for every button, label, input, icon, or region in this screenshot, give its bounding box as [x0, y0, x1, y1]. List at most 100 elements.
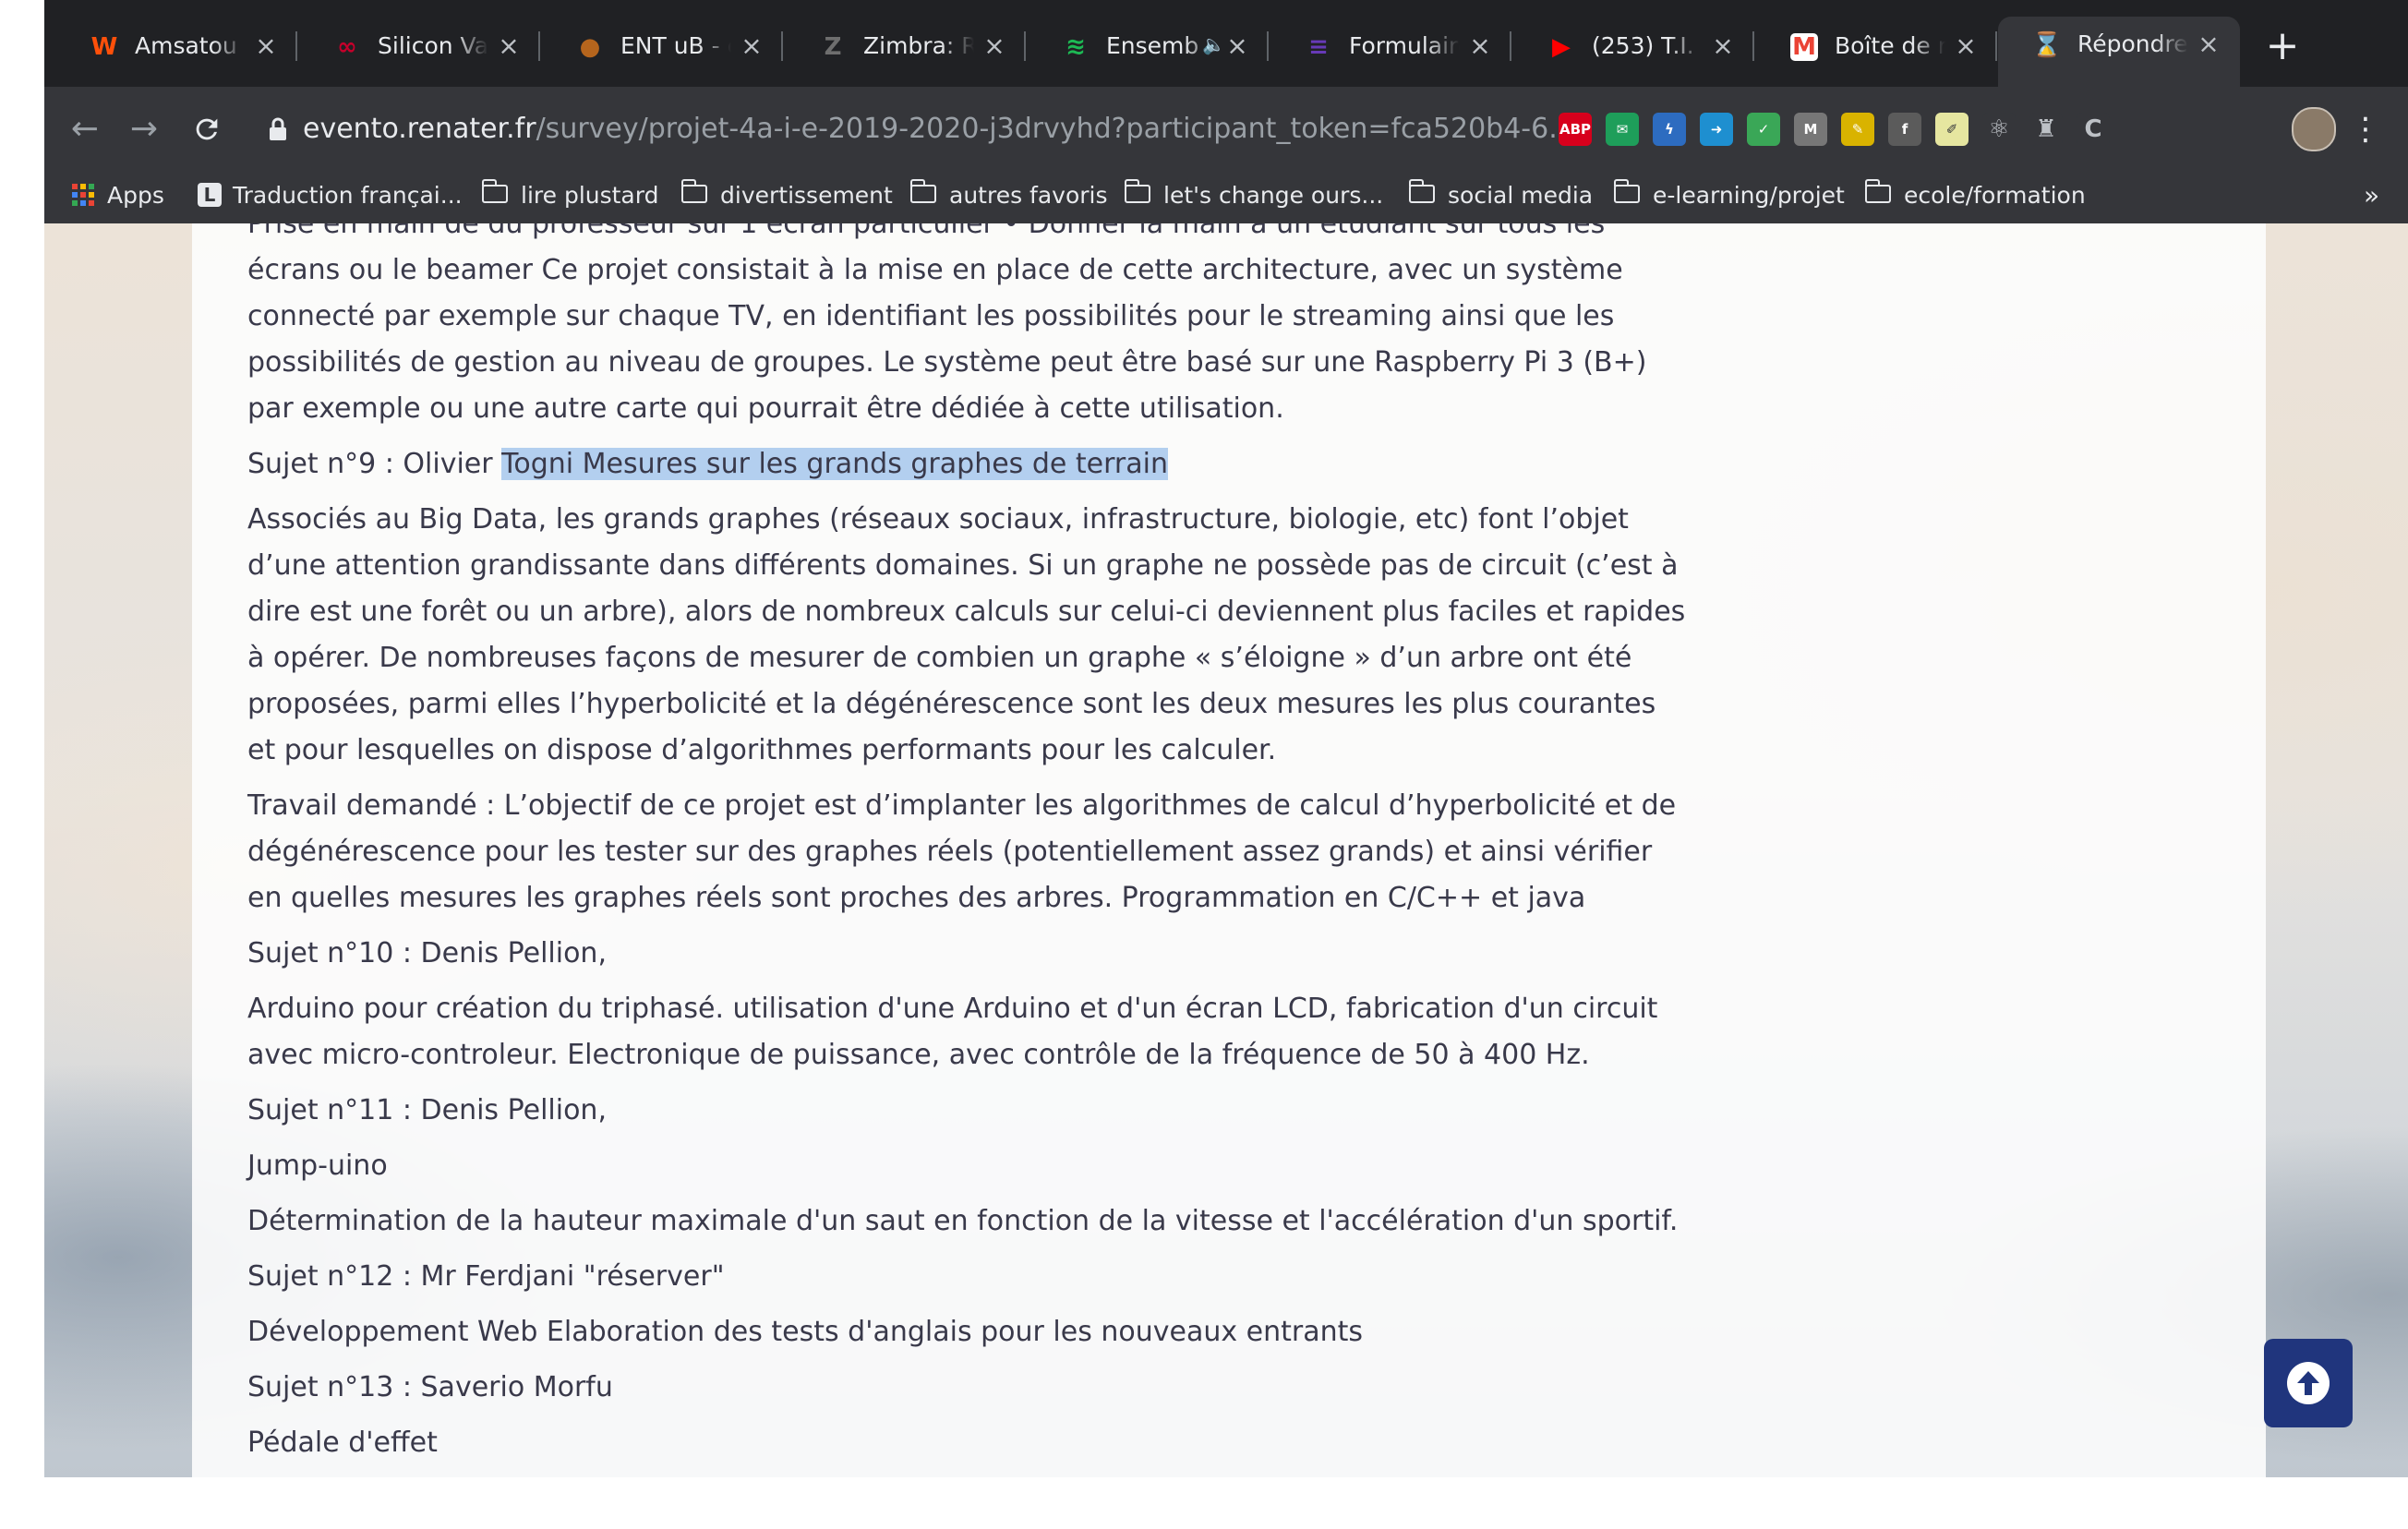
- close-tab-icon[interactable]: ×: [980, 31, 1009, 61]
- folder-icon: [1408, 179, 1435, 203]
- tab-4[interactable]: Z Zimbra: Réc×: [784, 18, 1026, 74]
- bookmark-folder-7[interactable]: ecole/formation: [1864, 172, 2086, 223]
- bookmark-folder-2[interactable]: divertissement: [680, 172, 893, 223]
- apps-grid-icon: [72, 184, 94, 206]
- subject-13-heading: Sujet n°13 : Saverio Morfu: [247, 1371, 613, 1403]
- zimbra-icon: Z: [824, 33, 842, 61]
- tab-title: Ensemb: [1106, 32, 1199, 59]
- project-11-description: Détermination de la hauteur maximale d'u…: [247, 1205, 1679, 1237]
- bookmark-folder-4[interactable]: let's change ours...: [1124, 172, 1384, 223]
- highlighter-extension-icon[interactable]: ✎: [1841, 113, 1874, 146]
- bookmark-folder-label: autres favoris: [949, 182, 1108, 209]
- close-tab-icon[interactable]: ×: [1951, 31, 1981, 61]
- folder-icon: [1613, 179, 1640, 203]
- bookmark-folder-label: e-learning/projet: [1653, 182, 1845, 209]
- silicon-valley-icon: ∞: [337, 33, 357, 61]
- google-forms-icon: ≡: [1308, 33, 1329, 61]
- tab-separator: [1024, 31, 1026, 61]
- close-tab-icon[interactable]: ×: [737, 31, 766, 61]
- note-extension-icon[interactable]: ✐: [1935, 113, 1969, 146]
- project-8-description: Prise en main de du professeur sur 1 écr…: [247, 223, 1647, 425]
- new-tab-button[interactable]: +: [2257, 20, 2308, 72]
- folder-icon: [1124, 179, 1150, 203]
- profile-avatar[interactable]: [2292, 107, 2336, 151]
- adblock-plus-icon[interactable]: ABP: [1559, 113, 1592, 146]
- menu-kebab-icon[interactable]: ⋮: [2343, 107, 2388, 151]
- arrow-up-circle-icon: [2287, 1362, 2330, 1404]
- tab-separator: [538, 31, 540, 61]
- tab-title: Formulaire s: [1349, 32, 1460, 59]
- selected-text: Togni Mesures sur les grands graphes de …: [501, 448, 1168, 480]
- subject-10-heading: Sujet n°10 : Denis Pellion,: [247, 937, 607, 969]
- tool-extension-icon[interactable]: ♜: [2029, 113, 2063, 146]
- close-tab-icon[interactable]: ×: [494, 31, 524, 61]
- tab-8[interactable]: M Boîte de réc×: [1755, 18, 1997, 74]
- tab-title: Répondre au: [2077, 30, 2188, 57]
- folder-icon: [1864, 179, 1891, 203]
- tab-1[interactable]: W Amsatou Gu×: [55, 18, 297, 74]
- close-tab-icon[interactable]: ×: [2194, 30, 2223, 59]
- gmail-icon: M: [1790, 33, 1818, 61]
- close-tab-icon[interactable]: ×: [1465, 31, 1495, 61]
- reload-button[interactable]: [185, 107, 229, 151]
- tab-6[interactable]: ≡ Formulaire s×: [1270, 18, 1511, 74]
- tab-separator: [781, 31, 783, 61]
- project-9-description: Associés au Big Data, les grands graphes…: [247, 503, 1686, 766]
- share-extension-icon[interactable]: ➜: [1700, 113, 1733, 146]
- m-extension-icon[interactable]: M: [1794, 113, 1827, 146]
- bookmark-folder-label: divertissement: [720, 182, 893, 209]
- project-13-title: Pédale d'effet: [247, 1427, 438, 1459]
- check-mail-extension-icon[interactable]: ✓: [1747, 113, 1780, 146]
- tab-3[interactable]: ● ENT uB - en×: [541, 18, 783, 74]
- facebook-extension-icon[interactable]: f: [1888, 113, 1921, 146]
- tab-separator: [295, 31, 297, 61]
- mail-extension-icon[interactable]: ✉: [1606, 113, 1639, 146]
- close-tab-icon[interactable]: ×: [1708, 31, 1738, 61]
- bookmark-apps-label: Apps: [107, 182, 164, 209]
- bookmark-traduction[interactable]: L Traduction françai...: [198, 172, 463, 223]
- project-11-title: Jump-uino: [247, 1150, 388, 1182]
- tab-7[interactable]: ▶ (253) T.I. - ×: [1512, 18, 1754, 74]
- project-9-work: Travail demandé : L’objectif de ce proje…: [247, 789, 1677, 914]
- folder-icon: [481, 179, 508, 203]
- bookmarks-bar: Apps L Traduction françai... lire plustar…: [44, 172, 2408, 224]
- spotify-icon: ≋: [1066, 33, 1086, 61]
- tab-separator: [1510, 31, 1511, 61]
- c-extension-icon[interactable]: C: [2077, 113, 2110, 146]
- bookmarks-overflow-button[interactable]: »: [2364, 172, 2379, 223]
- tab-title: Silicon Valle: [378, 32, 488, 59]
- project-12-description: Développement Web Elaboration des tests …: [247, 1316, 1363, 1348]
- bookmark-folder-5[interactable]: social media: [1408, 172, 1593, 223]
- tab-separator: [1995, 31, 1997, 61]
- tab-title: Boîte de réc: [1835, 32, 1945, 59]
- close-tab-icon[interactable]: ×: [1222, 31, 1252, 61]
- tab-9[interactable]: ⌛ Répondre au×: [1998, 17, 2240, 87]
- back-button[interactable]: ←: [63, 107, 107, 151]
- tab-separator: [1752, 31, 1754, 61]
- tab-5[interactable]: ≋ Ensemb 🔈 ×: [1027, 18, 1269, 74]
- bookmark-apps[interactable]: Apps: [72, 172, 164, 223]
- bookmark-folder-1[interactable]: lire plustard: [481, 172, 658, 223]
- bookmark-folder-label: let's change ours...: [1163, 182, 1384, 209]
- reload-icon: [196, 118, 218, 140]
- browser-window: WAmsatou Gu×∞Silicon Valle×●ENT uB - en×…: [44, 0, 2408, 1477]
- close-tab-icon[interactable]: ×: [251, 31, 281, 61]
- bookmark-folder-label: ecole/formation: [1904, 182, 2086, 209]
- url-path: /survey/projet-4a-i-e-2019-2020-j3drvyhd…: [536, 113, 1575, 145]
- scroll-to-top-button[interactable]: [2264, 1339, 2353, 1427]
- bookmark-folder-6[interactable]: e-learning/projet: [1613, 172, 1845, 223]
- tab-title: Amsatou Gu: [135, 32, 246, 59]
- tab-separator: [1267, 31, 1269, 61]
- tab-title: Zimbra: Réc: [863, 32, 974, 59]
- forward-button[interactable]: →: [122, 107, 166, 151]
- tab-2[interactable]: ∞ Silicon Valle×: [298, 18, 540, 74]
- wattpad-icon: W: [90, 33, 118, 61]
- bookmark-folder-3[interactable]: autres favoris: [909, 172, 1108, 223]
- bookmark-traduction-label: Traduction françai...: [233, 182, 463, 209]
- address-bar[interactable]: evento.renater.fr/survey/projet-4a-i-e-2…: [259, 100, 1734, 159]
- evento-icon: ⌛: [2031, 31, 2063, 59]
- extension-blue-icon[interactable]: ϟ: [1653, 113, 1686, 146]
- react-devtools-icon[interactable]: ⚛: [1982, 113, 2016, 146]
- lock-icon: [270, 117, 286, 140]
- url-text: evento.renater.fr/survey/projet-4a-i-e-2…: [303, 100, 1575, 159]
